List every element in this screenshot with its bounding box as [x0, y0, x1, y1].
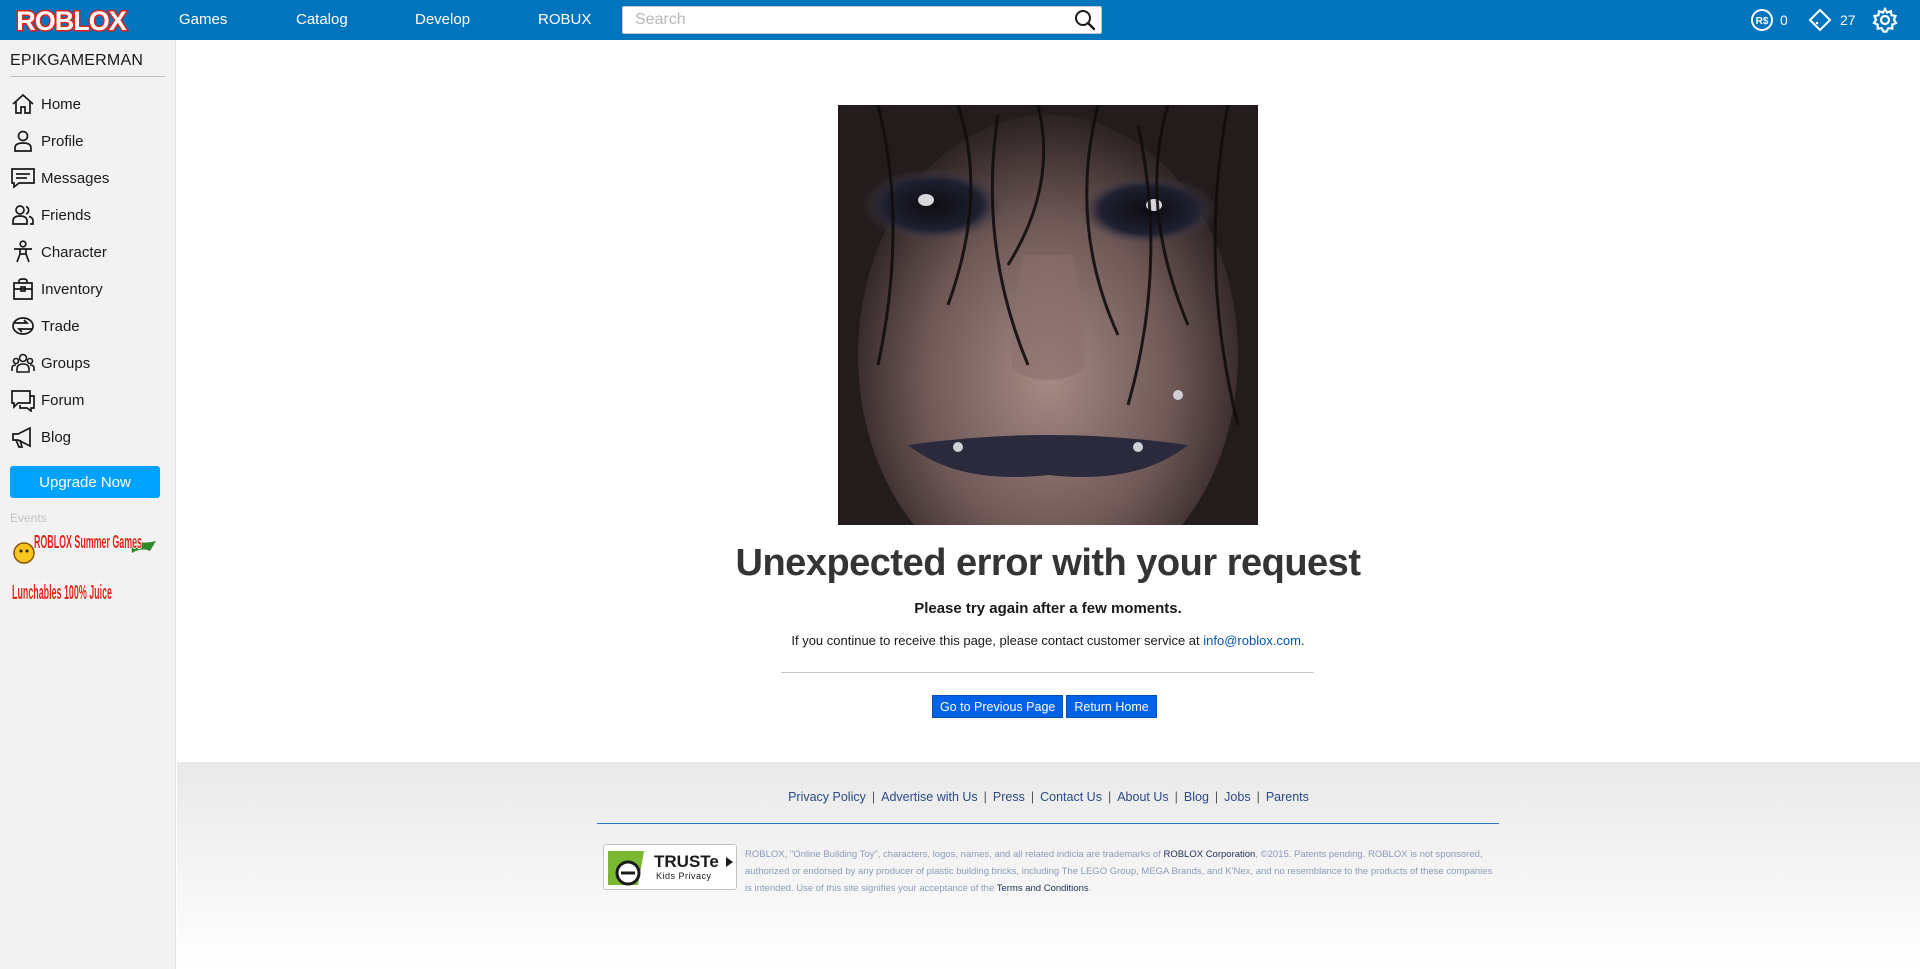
nav-games[interactable]: Games	[179, 0, 227, 40]
gear-icon	[1872, 7, 1898, 33]
profile-icon	[10, 128, 36, 154]
footer-divider	[597, 823, 1499, 824]
robux-icon: R$	[1750, 8, 1774, 32]
lunchables-banner-image: Lunchables 100% Juice	[11, 581, 113, 605]
sidebar-item-groups[interactable]: Groups	[10, 348, 166, 378]
character-icon	[10, 239, 36, 265]
truste-title: TRUSTe	[654, 852, 719, 871]
sidebar-item-label: Inventory	[41, 280, 103, 298]
error-actions: Go to Previous Page Return Home	[932, 695, 1157, 718]
footer-link-jobs[interactable]: Jobs	[1224, 790, 1250, 804]
svg-text:ROBLOX: ROBLOX	[16, 6, 126, 36]
sidebar-item-forum[interactable]: Forum	[10, 385, 166, 415]
sidebar-item-label: Friends	[41, 206, 92, 224]
upgrade-now-button[interactable]: Upgrade Now	[10, 466, 160, 498]
footer-link-press[interactable]: Press	[993, 790, 1025, 804]
truste-subtitle: Kids Privacy	[656, 871, 712, 881]
search-button[interactable]	[1073, 9, 1097, 31]
sidebar-item-label: Home	[41, 95, 82, 113]
robux-count: 0	[1780, 12, 1788, 28]
error-image	[838, 104, 1258, 595]
sidebar-item-friends[interactable]: Friends	[10, 200, 166, 230]
home-icon	[10, 91, 36, 117]
roblox-logo-graphic: ROBLOX	[15, 5, 129, 38]
contact-prefix: If you continue to receive this page, pl…	[791, 633, 1204, 648]
error-subtitle: Please try again after a few moments.	[914, 600, 1182, 617]
error-divider	[781, 672, 1314, 673]
forum-icon	[10, 387, 36, 413]
footer-link-advertise[interactable]: Advertise with Us	[881, 790, 978, 804]
inventory-icon	[10, 276, 36, 302]
sidebar-item-blog[interactable]: Blog	[10, 422, 166, 452]
svg-text:R$: R$	[1756, 16, 1769, 27]
nav-robux[interactable]: ROBUX	[538, 0, 591, 40]
roblox-corporation-link[interactable]: ROBLOX Corporation	[1163, 849, 1255, 860]
sidebar-item-profile[interactable]: Profile	[10, 126, 166, 156]
sidebar-item-label: Groups	[41, 354, 91, 372]
roblox-logo[interactable]: ROBLOX	[12, 3, 130, 38]
sidebar-item-label: Messages	[41, 169, 110, 187]
go-to-previous-page-button[interactable]: Go to Previous Page	[932, 695, 1064, 718]
footer-link-privacy-policy[interactable]: Privacy Policy	[788, 790, 866, 804]
sidebar-item-label: Trade	[41, 317, 80, 335]
footer-link-about-us[interactable]: About Us	[1117, 790, 1168, 804]
robux-balance[interactable]: R$ 0	[1750, 0, 1788, 40]
sidebar-item-inventory[interactable]: Inventory	[10, 274, 166, 304]
blog-icon	[10, 424, 36, 450]
username[interactable]: EPIKGAMERMAN	[10, 52, 165, 77]
error-contact-text: If you continue to receive this page, pl…	[700, 633, 1396, 648]
nav-catalog[interactable]: Catalog	[296, 0, 348, 40]
tickets-icon	[1808, 8, 1832, 32]
sidebar-item-label: Profile	[41, 132, 84, 150]
tickets-count: 27	[1840, 12, 1856, 28]
footer-links: Privacy Policy | Advertise with Us | Press | C…	[788, 790, 1309, 804]
truste-badge[interactable]: TRUSTe Kids Privacy	[603, 844, 737, 890]
events-heading: Events	[10, 511, 47, 525]
search-icon	[1075, 10, 1096, 31]
event-banner-lunchables[interactable]: Lunchables 100% Juice	[10, 578, 162, 612]
contact-email-link[interactable]: info@roblox.com	[1203, 633, 1301, 648]
messages-icon	[10, 165, 36, 191]
sidebar-item-label: Blog	[41, 428, 72, 446]
nav-develop[interactable]: Develop	[415, 0, 470, 40]
sidebar-item-messages[interactable]: Messages	[10, 163, 166, 193]
footer-link-blog[interactable]: Blog	[1184, 790, 1209, 804]
left-sidebar: EPIKGAMERMAN Home Profile Messages Frien…	[0, 40, 176, 969]
summer-games-banner-text: ROBLOX Summer Games	[34, 532, 142, 552]
sidebar-item-trade[interactable]: Trade	[10, 311, 166, 341]
tickets-balance[interactable]: 27	[1808, 0, 1856, 40]
trade-icon	[10, 313, 36, 339]
contact-suffix: .	[1301, 633, 1305, 648]
friends-icon	[10, 202, 36, 228]
lunchables-banner-text: Lunchables 100% Juice	[12, 582, 112, 604]
truste-kids-privacy-icon: TRUSTe Kids Privacy	[608, 851, 733, 886]
return-home-button[interactable]: Return Home	[1066, 695, 1157, 718]
error-title: Unexpected error with your request	[735, 542, 1361, 584]
sidebar-item-character[interactable]: Character	[10, 237, 166, 267]
settings-button[interactable]	[1872, 0, 1898, 40]
sidebar-item-label: Forum	[41, 391, 85, 409]
event-banner-summer-games[interactable]: ROBLOX Summer Games	[10, 531, 162, 565]
groups-icon	[10, 350, 36, 376]
error-face-image	[838, 104, 1258, 595]
terms-and-conditions-link[interactable]: Terms and Conditions	[997, 883, 1089, 894]
legal-text: ROBLOX, "Online Building Toy", character…	[745, 849, 1493, 894]
sidebar-item-home[interactable]: Home	[10, 89, 166, 119]
footer-link-contact-us[interactable]: Contact Us	[1040, 790, 1102, 804]
summer-games-banner-image: ROBLOX Summer Games	[13, 531, 156, 564]
search-input[interactable]	[623, 7, 1063, 33]
footer: Privacy Policy | Advertise with Us | Press | C…	[177, 762, 1920, 969]
search-box	[622, 6, 1102, 34]
footer-link-parents[interactable]: Parents	[1266, 790, 1309, 804]
top-navigation-bar: ROBLOX Games Catalog Develop ROBUX R$ 0	[0, 0, 1920, 40]
sidebar-item-label: Character	[41, 243, 107, 261]
